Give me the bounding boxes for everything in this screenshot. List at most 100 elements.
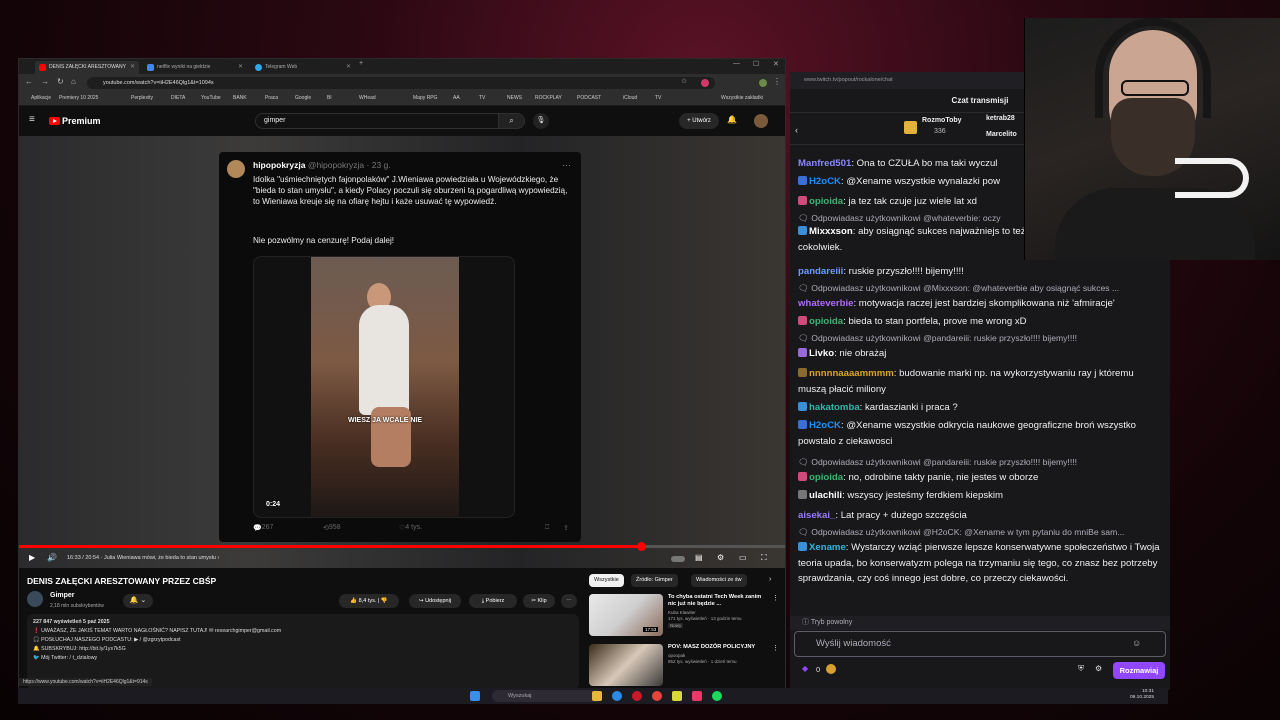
- search-input[interactable]: gimper: [255, 113, 499, 129]
- create-button[interactable]: + Utwórz: [679, 113, 719, 129]
- chat-username[interactable]: Livko: [809, 348, 834, 359]
- profile-icon[interactable]: [759, 79, 767, 87]
- minimize-icon[interactable]: —: [733, 60, 740, 67]
- gift-user[interactable]: Marcelito: [986, 131, 1017, 138]
- chat-username[interactable]: Xename: [809, 542, 846, 553]
- bookmark-item[interactable]: Perplexity: [131, 95, 153, 101]
- bookmark-item[interactable]: TV: [655, 95, 661, 101]
- chat-username[interactable]: aisekai_: [798, 510, 835, 521]
- bookmark-item[interactable]: Wszystkie zakładki: [721, 95, 763, 101]
- bookmark-item[interactable]: ROCKPLAY: [535, 95, 562, 101]
- bookmark-item[interactable]: Bl: [327, 95, 331, 101]
- volume-icon[interactable]: 🔊: [47, 553, 57, 562]
- video-player[interactable]: hipopokryzja @hipopokryzja · 23 g. ⋯ Ido…: [19, 136, 785, 568]
- home-icon[interactable]: ⌂: [71, 77, 76, 86]
- star-icon[interactable]: ☆: [681, 77, 687, 85]
- system-clock[interactable]: 10:31 09.10.2025: [1130, 689, 1154, 701]
- chrome-icon[interactable]: [652, 691, 662, 701]
- forward-icon[interactable]: →: [41, 77, 49, 86]
- tab-netflix[interactable]: netflix wyniki na giełdzie ✕: [143, 61, 247, 74]
- chat-username[interactable]: Mixxxson: [809, 226, 853, 237]
- reload-icon[interactable]: ↻: [57, 77, 64, 86]
- bookmark-item[interactable]: PODCAST: [577, 95, 601, 101]
- close-window-icon[interactable]: ✕: [773, 60, 779, 68]
- tab-telegram[interactable]: Telegram Web ✕: [251, 61, 355, 74]
- fullscreen-icon[interactable]: ⛶: [761, 553, 767, 563]
- chat-send-button[interactable]: Rozmawiaj: [1113, 662, 1165, 679]
- close-icon[interactable]: ✕: [130, 61, 135, 74]
- new-tab-icon[interactable]: +: [359, 60, 363, 67]
- bookmark-item[interactable]: Praca: [265, 95, 278, 101]
- miniplayer-icon[interactable]: ▭: [739, 553, 747, 562]
- channel-avatar[interactable]: [27, 591, 43, 607]
- maximize-icon[interactable]: ☐: [753, 60, 759, 68]
- extension-icon[interactable]: [701, 79, 709, 87]
- close-icon[interactable]: ✕: [346, 61, 351, 74]
- recommendation-item[interactable]: POV: MASZ DOZÓR POLICYJNY opoopak 852 ty…: [589, 644, 779, 688]
- file-explorer-icon[interactable]: [592, 691, 602, 701]
- notifications-bell-icon[interactable]: 🔔: [727, 115, 737, 124]
- bookmark-item[interactable]: TV: [479, 95, 485, 101]
- microphone-icon[interactable]: 🎙: [533, 113, 549, 129]
- clip-button[interactable]: ✂ Klip: [523, 594, 555, 608]
- menu-icon[interactable]: ⋮: [773, 77, 781, 86]
- chat-input[interactable]: Wyślij wiadomość: [794, 631, 1166, 657]
- channel-name[interactable]: Gimper: [50, 592, 75, 599]
- chevron-left-icon[interactable]: ‹: [795, 125, 798, 135]
- start-icon[interactable]: [470, 691, 480, 701]
- youtube-logo[interactable]: Premium: [49, 116, 101, 126]
- close-icon[interactable]: ✕: [238, 61, 243, 74]
- bookmark-item[interactable]: NEWS: [507, 95, 522, 101]
- share-button[interactable]: ↪ Udostępnij: [409, 594, 461, 608]
- bookmark-item[interactable]: WHead: [359, 95, 376, 101]
- bookmark-item[interactable]: AA: [453, 95, 460, 101]
- bookmark-item[interactable]: Google: [295, 95, 311, 101]
- chat-username[interactable]: H2oCK: [809, 420, 841, 431]
- more-icon[interactable]: ⋮: [772, 644, 779, 652]
- emote-icon[interactable]: ☺: [1132, 638, 1141, 648]
- bookmark-item[interactable]: Mapy RPG: [413, 95, 437, 101]
- bookmark-item[interactable]: Premiery 10 2025: [59, 95, 98, 101]
- spotify-icon[interactable]: [712, 691, 722, 701]
- hamburger-icon[interactable]: ≡: [29, 114, 35, 125]
- chat-username[interactable]: opioida: [809, 316, 843, 327]
- chat-username[interactable]: hakatomba: [809, 402, 860, 413]
- chat-username[interactable]: pandareiii: [798, 266, 843, 277]
- chat-username[interactable]: H2oCK: [809, 176, 841, 187]
- gift-user[interactable]: RozmoToby: [922, 117, 962, 124]
- gear-icon[interactable]: ⚙: [1095, 664, 1102, 673]
- tab-youtube[interactable]: DENIS ZAŁĘCKI ARESZTOWANY ✕: [35, 61, 139, 74]
- edge-icon[interactable]: [612, 691, 622, 701]
- chat-username[interactable]: nnnnnaaaammmm: [809, 368, 894, 379]
- chat-username[interactable]: opioida: [809, 196, 843, 207]
- like-button[interactable]: 👍 8,4 tys. | 👎: [339, 594, 399, 608]
- autoplay-toggle[interactable]: [671, 556, 685, 562]
- back-icon[interactable]: ←: [25, 77, 33, 86]
- settings-gear-icon[interactable]: ⚙: [717, 553, 724, 562]
- bookmark-item[interactable]: Aplikacje: [31, 95, 51, 101]
- bookmark-item[interactable]: iCloud: [623, 95, 637, 101]
- search-icon[interactable]: ⌕: [499, 113, 525, 129]
- channel-points-icon[interactable]: [826, 664, 836, 674]
- shield-icon[interactable]: ⛨: [1078, 664, 1084, 674]
- bits-icon[interactable]: ◆: [802, 664, 808, 673]
- chat-username[interactable]: opioida: [809, 472, 843, 483]
- time-display[interactable]: 16:33 / 20:54 · Julia Wieniawa mówi, że …: [67, 555, 219, 561]
- chip-source[interactable]: Źródło: Gimper: [631, 574, 678, 587]
- chat-username[interactable]: whateverbie: [798, 298, 853, 309]
- progress-bar[interactable]: [19, 542, 785, 551]
- play-icon[interactable]: ▶: [29, 553, 35, 562]
- app-icon[interactable]: [692, 691, 702, 701]
- bookmark-item[interactable]: BANK: [233, 95, 247, 101]
- subscribed-bell-button[interactable]: 🔔 ⌄: [123, 594, 153, 608]
- gift-user[interactable]: ketrab28: [986, 115, 1015, 122]
- taskbar-search[interactable]: Wyszukaj: [492, 690, 602, 702]
- chip-news[interactable]: Wiadomości ze św: [691, 574, 747, 587]
- subtitles-icon[interactable]: ▤: [695, 553, 703, 562]
- url-field[interactable]: youtube.com/watch?v=iiH2E46Qlg1&t=1094s: [87, 77, 715, 89]
- bookmark-item[interactable]: DIETA: [171, 95, 185, 101]
- chat-username[interactable]: ulachili: [809, 490, 842, 501]
- avatar[interactable]: [754, 114, 768, 128]
- download-button[interactable]: ⤓ Pobierz: [469, 594, 517, 608]
- recommendation-item[interactable]: 17:53 To chyba ostatni Tech Week zanim n…: [589, 594, 779, 638]
